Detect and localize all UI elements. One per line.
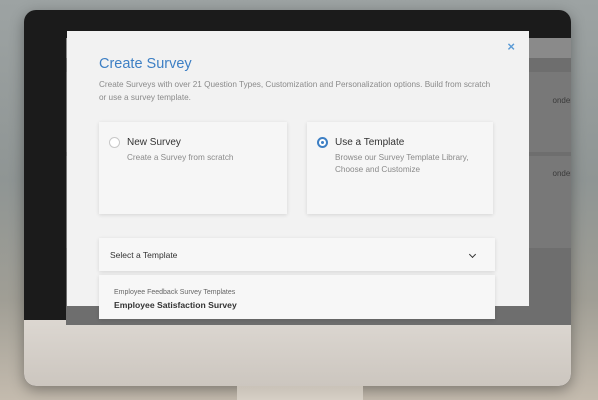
- background-text: onders: [552, 169, 571, 178]
- dropdown-option[interactable]: Employee Satisfaction Survey: [114, 300, 237, 310]
- radio-button-new-survey[interactable]: [109, 137, 120, 148]
- chevron-down-icon: [468, 250, 477, 259]
- template-select[interactable]: Select a Template: [99, 238, 495, 271]
- option-subtitle: Browse our Survey Template Library, Choo…: [335, 153, 469, 174]
- new-survey-option[interactable]: New Survey Create a Survey from scratch: [99, 122, 287, 214]
- close-icon[interactable]: ×: [507, 39, 515, 54]
- monitor-chin: [24, 320, 571, 386]
- monitor-stand: [237, 386, 363, 400]
- template-select-label: Select a Template: [110, 250, 178, 260]
- create-survey-modal: × Create Survey Create Surveys with over…: [67, 31, 529, 306]
- option-title: Use a Template: [335, 137, 405, 148]
- radio-button-use-template[interactable]: [317, 137, 328, 148]
- modal-title: Create Survey: [99, 56, 192, 72]
- dropdown-group-label: Employee Feedback Survey Templates: [114, 289, 236, 296]
- template-dropdown: Employee Feedback Survey Templates Emplo…: [99, 275, 495, 319]
- modal-description: Create Surveys with over 21 Question Typ…: [99, 80, 491, 102]
- option-title: New Survey: [127, 137, 181, 148]
- background-text: onders: [552, 96, 571, 105]
- use-template-option[interactable]: Use a Template Browse our Survey Templat…: [307, 122, 493, 214]
- option-subtitle: Create a Survey from scratch: [127, 153, 234, 162]
